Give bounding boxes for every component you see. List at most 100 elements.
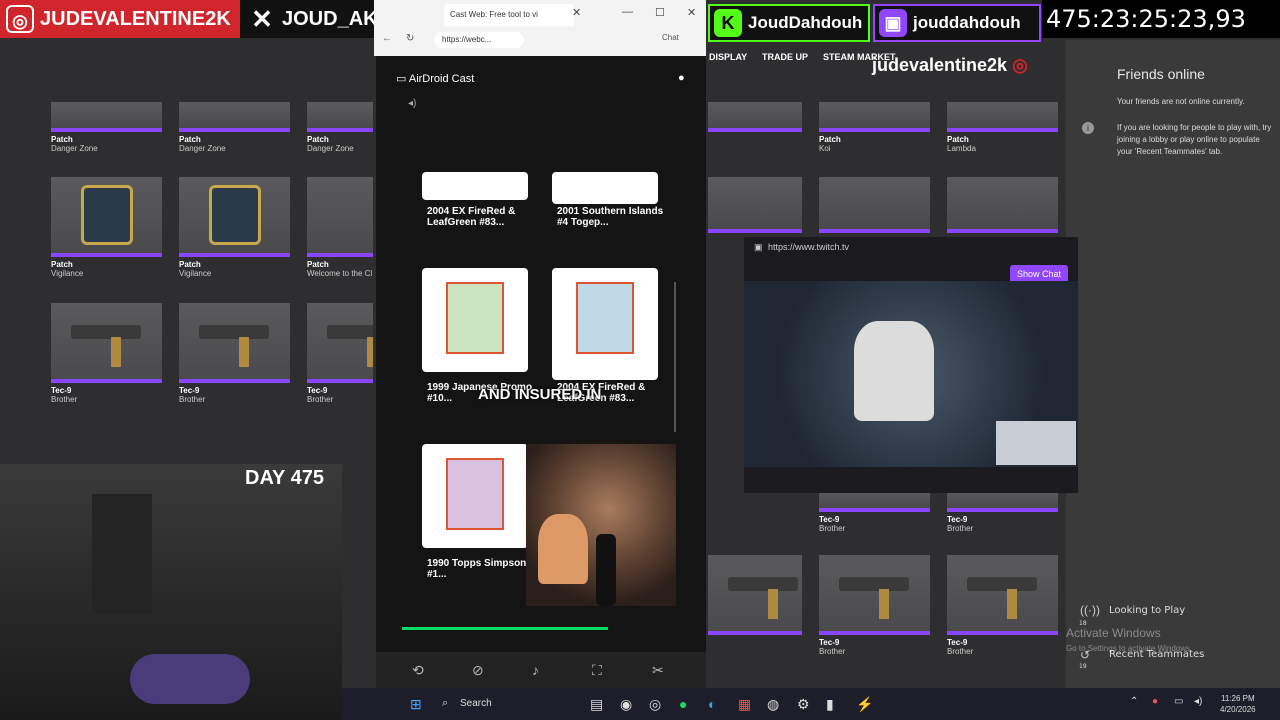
tec9-icon bbox=[839, 577, 909, 619]
inventory-item[interactable] bbox=[708, 177, 802, 233]
app-icon[interactable]: ▦ bbox=[738, 696, 751, 713]
tab-close-icon[interactable]: ✕ bbox=[572, 6, 581, 19]
windows-start-icon[interactable]: ⊞ bbox=[410, 696, 422, 713]
volume-icon[interactable]: ◂) bbox=[1194, 696, 1202, 707]
pip-icon: ▣ bbox=[754, 242, 763, 252]
inventory-item[interactable]: Patch Lambda bbox=[947, 102, 1058, 153]
speaker-icon[interactable]: ◂) bbox=[408, 98, 416, 109]
inventory-item[interactable]: Patch Vigilance bbox=[51, 177, 162, 278]
taskbar-search[interactable]: Search bbox=[460, 698, 492, 709]
card-listing[interactable] bbox=[422, 172, 528, 200]
copilot-chat-button[interactable]: Chat bbox=[662, 33, 679, 42]
kick-banner: K JoudDahdouh bbox=[708, 4, 870, 42]
inventory-item[interactable] bbox=[708, 102, 802, 132]
item-thumbnail bbox=[179, 303, 290, 383]
nav-trade-up[interactable]: TRADE UP bbox=[762, 52, 808, 62]
item-thumbnail bbox=[708, 555, 802, 635]
item-thumbnail bbox=[51, 102, 162, 132]
card-listing[interactable] bbox=[422, 268, 528, 372]
chrome-icon[interactable]: ◍ bbox=[767, 696, 779, 713]
item-category: Patch bbox=[51, 260, 73, 269]
video-progress-bar[interactable] bbox=[402, 627, 608, 630]
activate-windows-title: Activate Windows bbox=[1066, 626, 1161, 640]
looking-to-play[interactable]: Looking to Play bbox=[1109, 605, 1185, 616]
inventory-item[interactable]: Patch Welcome to the Cl bbox=[307, 177, 373, 278]
inventory-item[interactable]: Tec-9 Brother bbox=[51, 303, 162, 404]
rotate-icon[interactable]: ⟲ bbox=[412, 662, 424, 679]
inventory-item[interactable]: Patch Danger Zone bbox=[179, 102, 290, 153]
browser-window: Cast Web: Free tool to vi ✕ — ☐ ✕ ← ↻ ht… bbox=[374, 0, 706, 56]
item-category: Patch bbox=[307, 135, 329, 144]
refresh-icon[interactable]: ↻ bbox=[406, 33, 414, 44]
microphone-icon bbox=[596, 534, 616, 606]
back-icon[interactable]: ← bbox=[382, 33, 392, 44]
inventory-item[interactable]: Patch Koi bbox=[819, 102, 930, 153]
inventory-item[interactable]: Patch Vigilance bbox=[179, 177, 290, 278]
item-name: Vigilance bbox=[51, 269, 84, 278]
inventory-item[interactable] bbox=[708, 555, 802, 635]
vigilance-patch-icon bbox=[81, 185, 133, 245]
mute-icon[interactable]: ⊘ bbox=[472, 662, 484, 679]
network-icon[interactable]: ▭ bbox=[1174, 696, 1183, 707]
instagram-banner: ◎ JUDEVALENTINE2K bbox=[0, 0, 240, 38]
inventory-item[interactable]: Tec-9 Brother bbox=[819, 492, 930, 533]
toy-figure bbox=[538, 514, 588, 584]
mic-off-icon[interactable]: ♪ bbox=[532, 662, 539, 678]
card-listing[interactable] bbox=[552, 268, 658, 380]
item-name: Brother bbox=[179, 395, 206, 404]
inventory-item[interactable]: Tec-9 Brother bbox=[819, 555, 930, 656]
minimize-icon[interactable]: — bbox=[622, 6, 633, 18]
settings-icon[interactable]: ⚙ bbox=[797, 696, 810, 713]
file-explorer-icon[interactable]: ▤ bbox=[590, 696, 603, 713]
tec9-icon bbox=[728, 577, 798, 619]
maximize-icon[interactable]: ☐ bbox=[655, 6, 665, 19]
graded-card-image bbox=[446, 282, 504, 354]
friends-title: Friends online bbox=[1117, 66, 1205, 82]
item-thumbnail bbox=[708, 102, 802, 132]
item-category: Tec-9 bbox=[307, 386, 328, 395]
item-thumbnail bbox=[947, 102, 1058, 132]
inventory-item[interactable]: Patch Danger Zone bbox=[51, 102, 162, 153]
card-listing[interactable] bbox=[422, 444, 528, 548]
taskbar-clock[interactable]: 11:26 PM 4/20/2026 bbox=[1220, 693, 1256, 715]
item-thumbnail bbox=[819, 492, 930, 512]
item-name: Brother bbox=[819, 524, 846, 533]
card-listing[interactable] bbox=[552, 172, 658, 204]
spotify-icon[interactable]: ● bbox=[679, 696, 687, 712]
twitch-banner: ▣ jouddahdouh bbox=[873, 4, 1041, 42]
item-name: Brother bbox=[307, 395, 334, 404]
streamer-facecam bbox=[526, 444, 676, 606]
twitch-video[interactable] bbox=[744, 281, 1078, 467]
fullscreen-icon[interactable]: ⛶ bbox=[592, 662, 602, 679]
inventory-item[interactable] bbox=[819, 177, 930, 233]
disconnect-icon[interactable]: ✂ bbox=[652, 662, 664, 679]
inventory-item[interactable]: Tec-9 Brother bbox=[947, 492, 1058, 533]
recent-teammates[interactable]: Recent Teammates bbox=[1109, 649, 1204, 660]
terminal-icon[interactable]: ▮ bbox=[826, 696, 834, 713]
item-category: Patch bbox=[947, 135, 969, 144]
subathon-timer: 475:23:25:23,93 bbox=[1042, 0, 1280, 38]
window-close-icon[interactable]: ✕ bbox=[687, 6, 696, 19]
inventory-item[interactable]: Tec-9 Brother bbox=[947, 555, 1058, 656]
obs-icon[interactable]: ◎ bbox=[649, 696, 661, 713]
inventory-item[interactable]: Tec-9 Brother bbox=[307, 303, 373, 404]
browser-tab[interactable]: Cast Web: Free tool to vi bbox=[444, 4, 574, 26]
nav-display[interactable]: DISPLAY bbox=[709, 52, 747, 62]
item-name: Danger Zone bbox=[307, 144, 354, 153]
app-icon[interactable]: ⚡ bbox=[856, 696, 873, 713]
inventory-item[interactable]: Tec-9 Brother bbox=[179, 303, 290, 404]
inventory-item[interactable]: Patch Danger Zone bbox=[307, 102, 373, 153]
item-name: Lambda bbox=[947, 144, 976, 153]
address-bar[interactable]: https://webc... bbox=[434, 32, 524, 48]
user-icon[interactable]: ● bbox=[678, 72, 685, 84]
steam-icon[interactable]: ◉ bbox=[620, 696, 632, 713]
item-category: Patch bbox=[51, 135, 73, 144]
twitch-popup-window: ▣ https://www.twitch.tv Show Chat bbox=[744, 237, 1078, 493]
tray-icon[interactable]: ● bbox=[1152, 696, 1158, 707]
item-thumbnail bbox=[307, 102, 373, 132]
scrollbar[interactable] bbox=[674, 282, 676, 432]
tray-chevron-icon[interactable]: ⌃ bbox=[1130, 696, 1138, 707]
edge-icon[interactable]: ◐ bbox=[708, 696, 716, 712]
inventory-item[interactable] bbox=[947, 177, 1058, 233]
item-category: Tec-9 bbox=[179, 386, 200, 395]
